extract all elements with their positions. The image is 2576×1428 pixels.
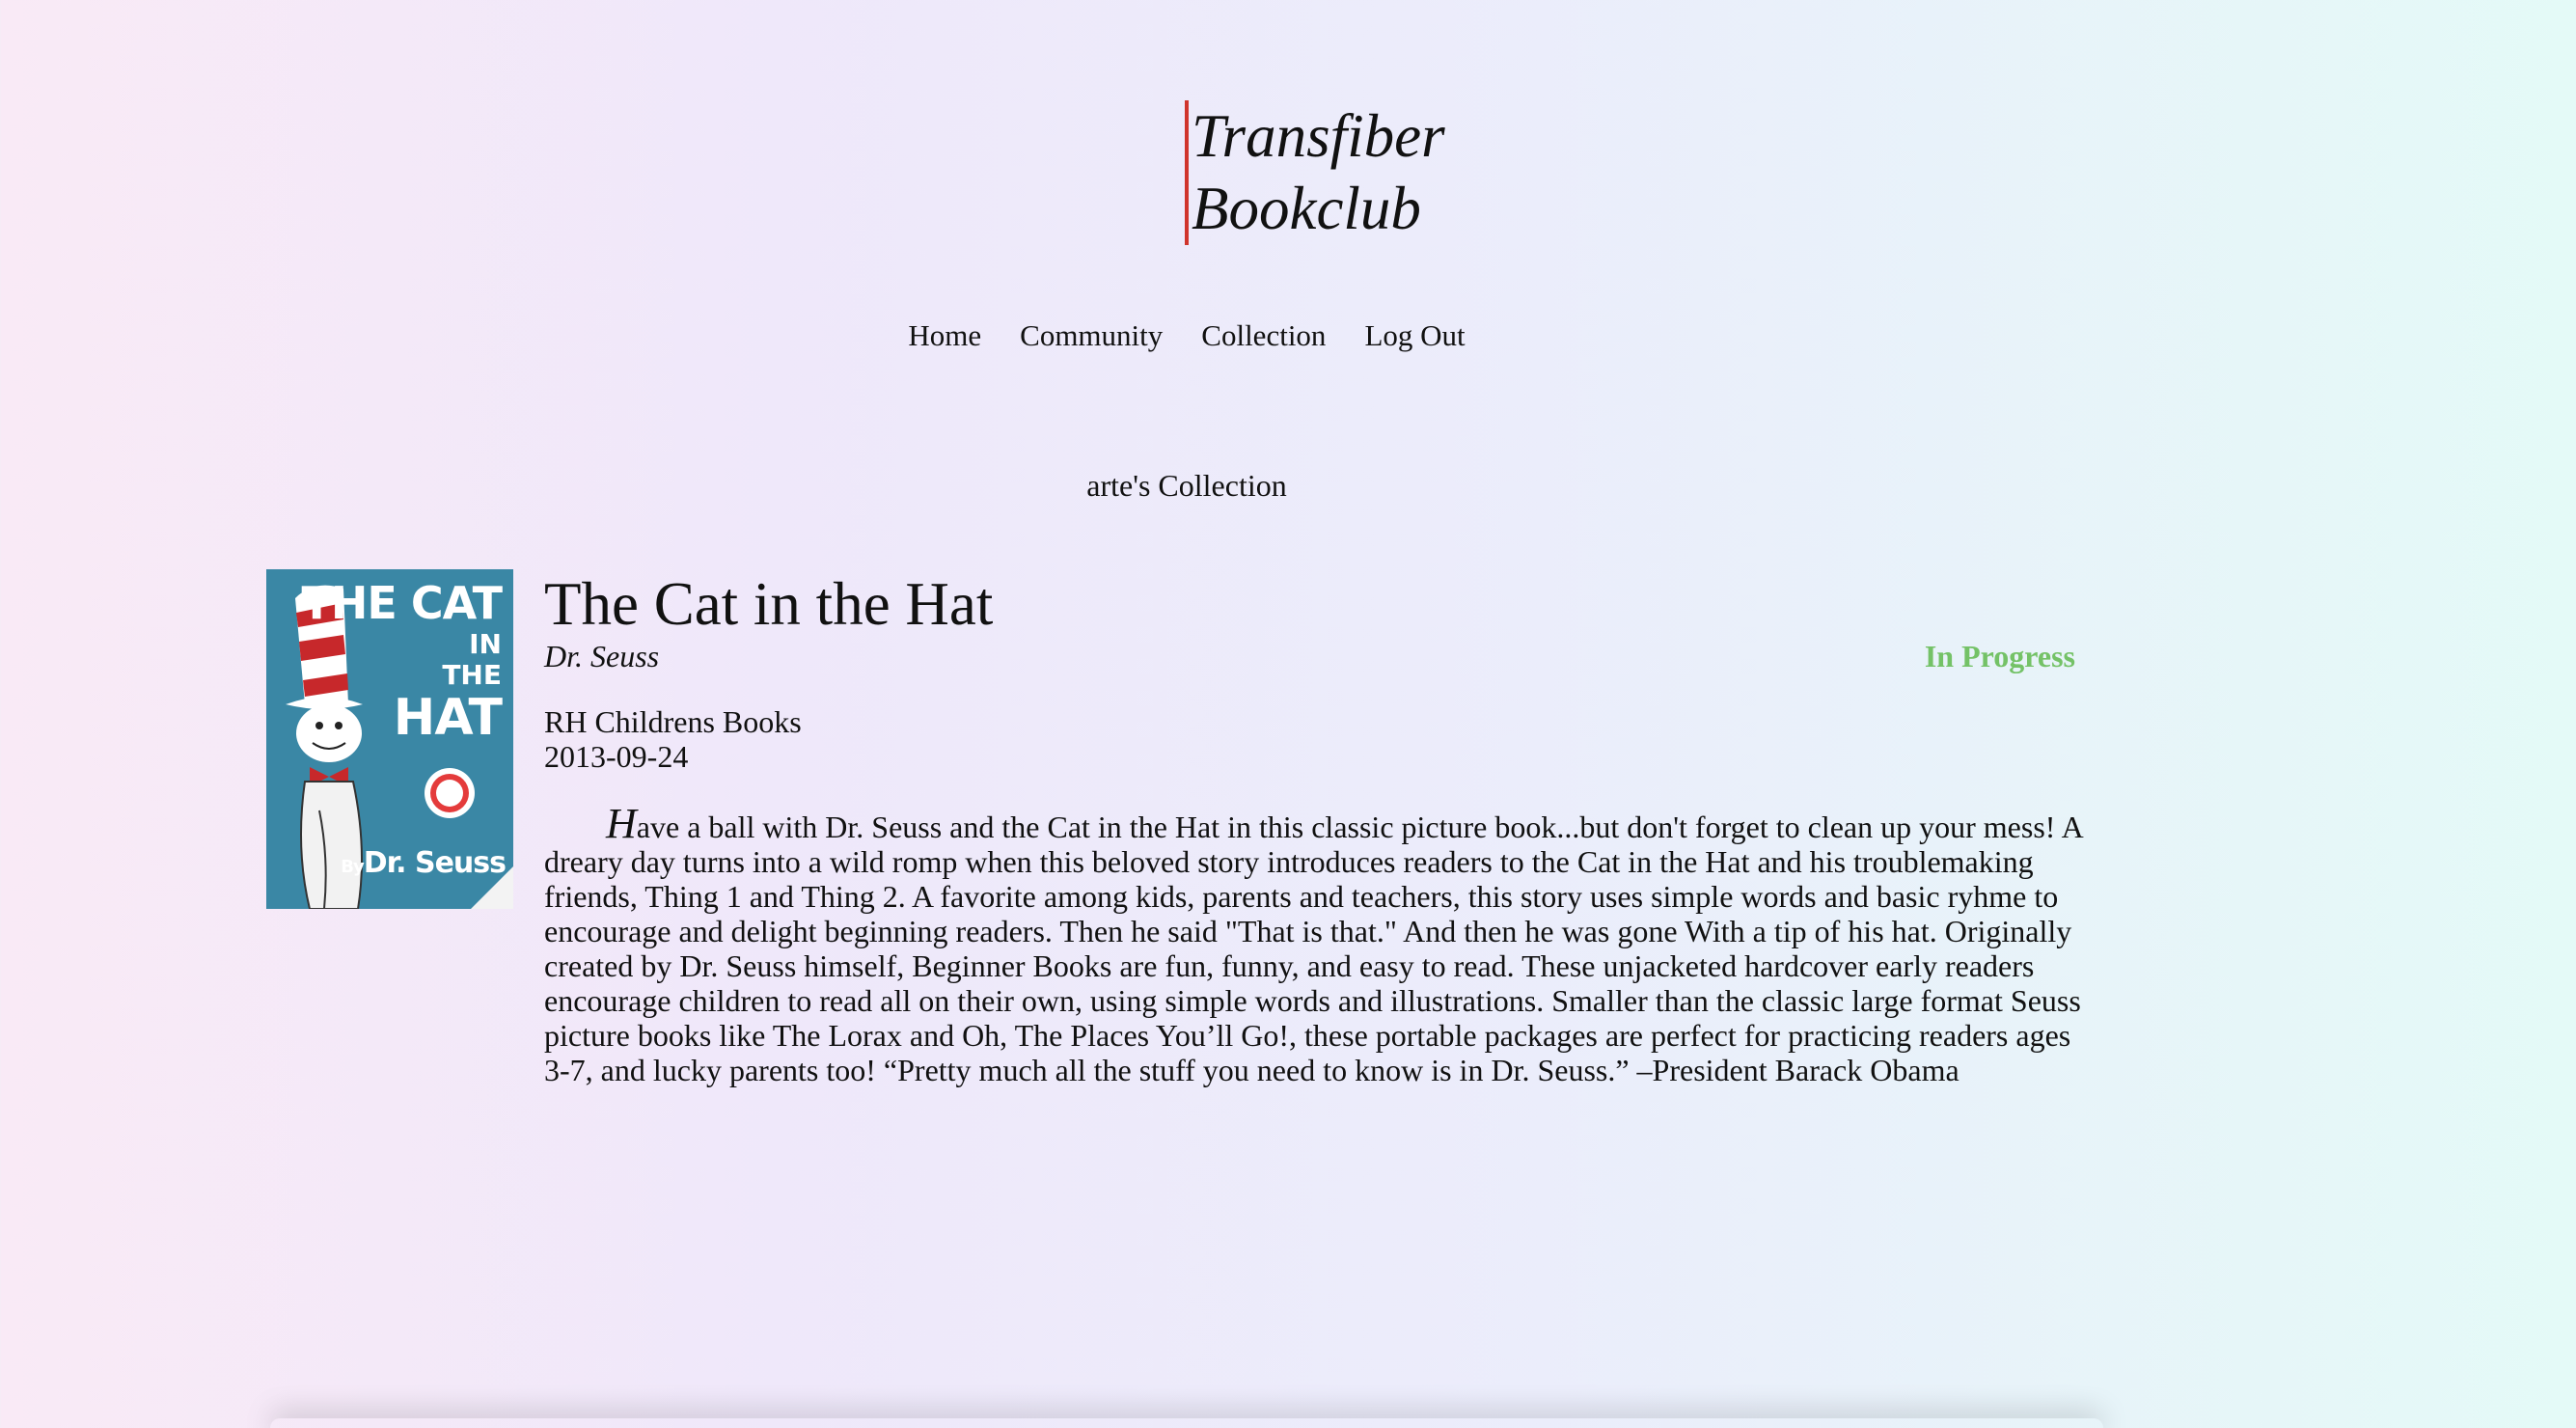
site-title-line2: Bookclub [1192, 175, 1421, 242]
cover-title: THE CAT IN THE HAT [301, 577, 503, 747]
collection-heading: arte's Collection [1086, 468, 1287, 503]
site-title[interactable]: Transfiber Bookclub [1185, 100, 1445, 245]
site-title-line1: Transfiber [1192, 102, 1445, 170]
page-curl-icon [471, 866, 513, 909]
book-description: Have a ball with Dr. Seuss and the Cat i… [544, 800, 2083, 1088]
nav-home-link[interactable]: Home [908, 318, 981, 353]
bottom-panel-edge [270, 1418, 2103, 1428]
status-badge: In Progress [1924, 639, 2075, 673]
nav-logout-link[interactable]: Log Out [1364, 318, 1465, 353]
book-author: Dr. Seuss [544, 639, 660, 673]
book-published-date: 2013-09-24 [544, 739, 689, 774]
book-cover-image[interactable]: THE CAT IN THE HAT ByDr. Seuss [266, 569, 513, 909]
nav-community-link[interactable]: Community [1020, 318, 1163, 353]
book-publisher: RH Childrens Books [544, 704, 802, 739]
nav-collection-link[interactable]: Collection [1201, 318, 1326, 353]
main-nav: Home Community Collection Log Out [0, 318, 2373, 353]
book-title: The Cat in the Hat [544, 570, 994, 638]
